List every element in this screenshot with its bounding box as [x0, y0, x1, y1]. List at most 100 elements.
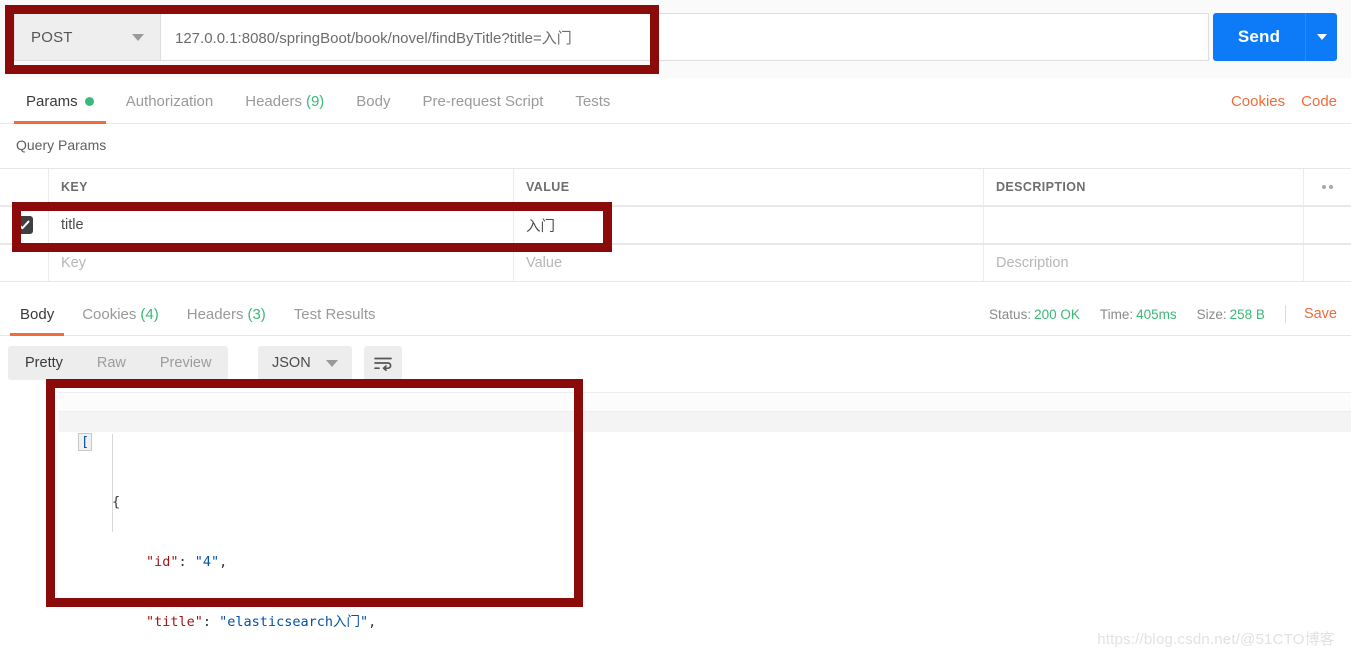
chevron-down-icon — [1316, 34, 1327, 40]
response-tab-body[interactable]: Body — [6, 292, 68, 336]
tab-authorization[interactable]: Authorization — [110, 78, 230, 124]
code-line-2: { — [78, 492, 520, 512]
empty-value-placeholder: Value — [526, 255, 563, 271]
send-options-button[interactable] — [1305, 13, 1337, 61]
response-tab-cookies-label: Cookies — [82, 305, 137, 323]
tab-tests[interactable]: Tests — [559, 78, 626, 124]
tab-params-label: Params — [26, 92, 78, 110]
line-number: 6 — [46, 495, 54, 509]
cookies-link[interactable]: Cookies — [1231, 93, 1285, 110]
line-number: 3 — [46, 435, 54, 449]
empty-description-input[interactable]: Description — [984, 245, 1303, 281]
request-tab-bar: Params Authorization Headers (9) Body Pr… — [0, 78, 1351, 124]
chevron-down-icon — [132, 33, 144, 41]
response-language-label: JSON — [272, 355, 311, 371]
status-value: 200 OK — [1034, 306, 1080, 322]
param-value-input[interactable]: 入门 — [514, 207, 984, 243]
table-header-row: KEY VALUE DESCRIPTION — [0, 168, 1351, 206]
json-open-bracket: [ — [78, 433, 93, 451]
status-label: Status: — [989, 306, 1032, 322]
tab-headers-label: Headers — [245, 92, 302, 110]
empty-value-input[interactable]: Value — [514, 245, 984, 281]
code-link[interactable]: Code — [1301, 93, 1337, 110]
json-sep: : — [202, 614, 220, 630]
params-active-dot-icon — [84, 96, 94, 106]
json-key-title: "title" — [146, 614, 203, 630]
row-actions-cell — [1303, 207, 1351, 243]
line-number-gutter: 1 2 3 4 5 6 7 8 9 — [30, 392, 54, 632]
response-tab-bar: Body Cookies (4) Headers (3) Test Result… — [0, 292, 1351, 336]
param-description-input[interactable] — [984, 207, 1303, 243]
status-divider — [1284, 305, 1286, 323]
empty-key-input[interactable]: Key — [48, 245, 514, 281]
code-line-4: "title": "elasticsearch入门", — [78, 612, 520, 632]
table-row-empty[interactable]: Key Value Description — [0, 244, 1351, 282]
response-tab-body-label: Body — [20, 305, 55, 323]
response-language-dropdown[interactable]: JSON — [258, 346, 352, 380]
header-key-cell: KEY — [48, 169, 514, 205]
response-tab-headers[interactable]: Headers (3) — [173, 292, 280, 336]
json-comma: , — [219, 554, 228, 570]
response-view-toggle: Pretty Raw Preview — [8, 346, 229, 380]
request-url-input[interactable]: 127.0.0.1:8080/springBoot/book/novel/fin… — [160, 13, 1209, 61]
column-header-value: VALUE — [526, 180, 570, 194]
table-row[interactable]: title 入门 — [0, 206, 1351, 244]
response-json-code: [ { "id": "4", "title": "elasticsearch入门… — [78, 392, 520, 659]
watermark-text: https://blog.csdn.net/@51CTO博客 — [1097, 631, 1335, 648]
response-status-bar: Status: 200 OK Time: 405ms Size: 258 B Save — [969, 292, 1337, 336]
response-tab-test-results[interactable]: Test Results — [280, 292, 390, 336]
view-raw-button[interactable]: Raw — [80, 346, 143, 380]
view-pretty-button[interactable]: Pretty — [8, 346, 80, 380]
empty-row-actions-cell — [1303, 245, 1351, 281]
line-number: 5 — [46, 475, 54, 489]
empty-description-placeholder: Description — [996, 255, 1069, 271]
size-badge: Size: 258 B — [1197, 307, 1265, 322]
size-label: Size: — [1196, 306, 1227, 322]
bulk-edit-button[interactable] — [1303, 169, 1351, 205]
line-number: 2 — [46, 415, 54, 429]
http-method-dropdown[interactable]: POST — [14, 13, 160, 61]
response-tab-cookies[interactable]: Cookies (4) — [68, 292, 173, 336]
tab-body[interactable]: Body — [340, 78, 406, 124]
status-badge: Status: 200 OK — [989, 307, 1080, 322]
size-value: 258 B — [1229, 306, 1265, 322]
postman-window: POST 127.0.0.1:8080/springBoot/book/nove… — [0, 0, 1351, 659]
time-label: Time: — [1099, 306, 1134, 322]
param-key-input[interactable]: title — [48, 207, 514, 243]
tab-pre-request-script[interactable]: Pre-request Script — [407, 78, 560, 124]
time-value: 405ms — [1136, 306, 1177, 322]
http-method-label: POST — [31, 28, 73, 46]
header-description-cell: DESCRIPTION — [984, 169, 1303, 205]
view-preview-button[interactable]: Preview — [143, 346, 229, 380]
query-params-title: Query Params — [16, 137, 107, 153]
json-key-id: "id" — [146, 554, 179, 570]
response-body-viewer[interactable]: 1 2 3 4 5 6 7 8 9 [ { "id": "4", "title"… — [0, 392, 1351, 632]
query-params-table: KEY VALUE DESCRIPTION title 入门 Key Value… — [0, 168, 1351, 282]
send-button-group: Send — [1213, 13, 1337, 61]
line-number: 1 — [46, 395, 54, 409]
tab-tests-label: Tests — [575, 92, 611, 110]
code-line-3: "id": "4", — [78, 552, 520, 572]
empty-key-placeholder: Key — [61, 255, 86, 271]
tab-params[interactable]: Params — [10, 78, 110, 124]
save-response-link[interactable]: Save — [1304, 306, 1337, 322]
request-url-bar: POST 127.0.0.1:8080/springBoot/book/nove… — [0, 0, 1351, 78]
column-header-key: KEY — [61, 180, 88, 194]
tab-headers[interactable]: Headers (9) — [229, 78, 340, 124]
url-bar-inner: POST 127.0.0.1:8080/springBoot/book/nove… — [14, 13, 1209, 61]
word-wrap-icon — [373, 357, 392, 371]
send-button[interactable]: Send — [1213, 13, 1305, 61]
json-open-brace: { — [112, 494, 121, 510]
response-tab-test-results-label: Test Results — [293, 305, 376, 323]
json-comma: , — [368, 614, 377, 630]
word-wrap-button[interactable] — [364, 346, 402, 380]
ellipsis-icon — [1322, 185, 1333, 189]
checkbox-checked-icon — [15, 216, 33, 234]
param-key-value: title — [61, 217, 84, 233]
json-value-title: "elasticsearch入门" — [219, 614, 369, 630]
response-tab-headers-label: Headers — [186, 305, 244, 323]
tab-body-label: Body — [356, 92, 391, 110]
json-sep: : — [178, 554, 195, 570]
param-enabled-checkbox[interactable] — [0, 207, 48, 243]
empty-row-checkbox[interactable] — [0, 245, 48, 281]
